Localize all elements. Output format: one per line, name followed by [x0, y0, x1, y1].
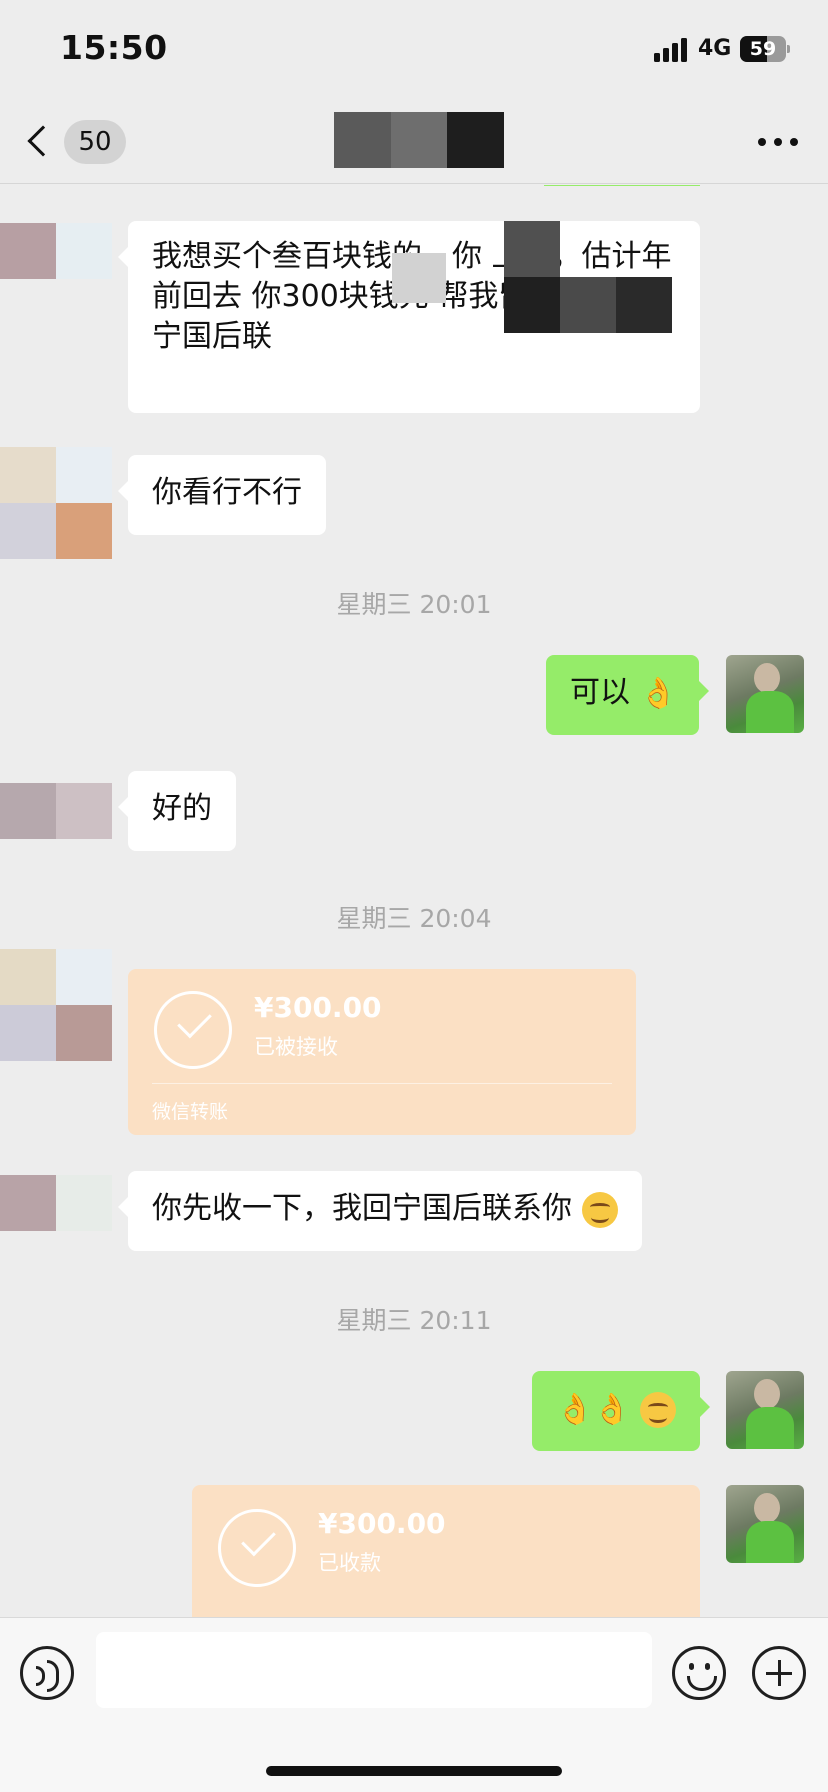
- avatar[interactable]: [0, 1175, 112, 1231]
- partial-bubble: [544, 185, 700, 186]
- transfer-amount: ¥300.00: [254, 991, 382, 1024]
- input-bar: [0, 1617, 828, 1792]
- self-avatar[interactable]: [726, 1485, 804, 1563]
- chevron-left-icon: [27, 125, 59, 157]
- contact-name-redacted[interactable]: [334, 112, 505, 168]
- avatar[interactable]: [0, 447, 112, 559]
- message-text: 可以: [570, 675, 630, 710]
- message-bubble[interactable]: 好的: [118, 771, 236, 851]
- cellular-signal-icon: [654, 38, 690, 62]
- transfer-footer: 微信转账: [152, 1101, 229, 1123]
- transfer-amount: ¥300.00: [318, 1507, 446, 1540]
- redaction-block: [326, 313, 498, 393]
- redaction-block: [504, 277, 560, 333]
- message-bubble[interactable]: 你看行不行: [118, 455, 326, 535]
- transfer-status: 已被接收: [254, 1035, 338, 1059]
- avatar[interactable]: [0, 783, 112, 839]
- check-circle-icon: [154, 991, 232, 1069]
- message-text: 好的: [152, 791, 212, 826]
- self-avatar[interactable]: [726, 1371, 804, 1449]
- voice-icon[interactable]: [20, 1646, 74, 1700]
- divider: [152, 1083, 612, 1084]
- redaction-block: [616, 277, 672, 333]
- wink-emoji-icon: [581, 1191, 618, 1228]
- redaction-block: [392, 253, 446, 303]
- message-input[interactable]: [96, 1632, 652, 1708]
- smiley-icon[interactable]: [672, 1646, 726, 1700]
- plus-icon[interactable]: [752, 1646, 806, 1700]
- chat-header: 50: [0, 100, 828, 184]
- transfer-card-self[interactable]: ¥300.00 已收款: [192, 1485, 700, 1617]
- transfer-card[interactable]: ¥300.00 已被接收 微信转账: [128, 969, 636, 1135]
- self-avatar[interactable]: [726, 655, 804, 733]
- battery-level: 59: [749, 38, 777, 60]
- message-text: 你先收一下，我回宁国后联系你: [152, 1191, 572, 1226]
- smile-emoji-icon: [640, 1391, 677, 1428]
- transfer-status: 已收款: [318, 1551, 381, 1575]
- redaction-block: [560, 277, 616, 333]
- ok-hand-emoji-icon: 👌👌: [556, 1391, 631, 1427]
- timestamp: 星期三 20:01: [336, 590, 492, 619]
- message-bubble-self[interactable]: 可以 👌: [546, 655, 709, 735]
- battery-icon: 59: [740, 36, 790, 62]
- ellipsis-icon: [758, 138, 766, 146]
- network-type: 4G: [698, 36, 732, 61]
- ok-hand-emoji-icon: 👌: [639, 675, 677, 711]
- timestamp: 星期三 20:11: [336, 1306, 492, 1335]
- timestamp: 星期三 20:04: [336, 904, 492, 933]
- message-bubble[interactable]: 你先收一下，我回宁国后联系你: [118, 1171, 642, 1251]
- back-button[interactable]: 50: [26, 118, 136, 166]
- more-options-button[interactable]: [758, 138, 798, 148]
- message-list[interactable]: 我想买个叁百块钱的，你 上海，估计年前回去 你300块钱先 帮我留着，我回宁国后…: [0, 185, 828, 1617]
- status-time: 15:50: [60, 28, 168, 67]
- avatar[interactable]: [0, 949, 112, 1061]
- check-circle-icon: [218, 1509, 296, 1587]
- status-bar: 15:50 4G 59: [0, 0, 828, 100]
- message-bubble-self[interactable]: 👌👌: [532, 1371, 711, 1451]
- avatar[interactable]: [0, 223, 112, 279]
- unread-count-badge: 50: [64, 120, 126, 164]
- message-text: 你看行不行: [152, 475, 302, 510]
- home-indicator[interactable]: [266, 1766, 562, 1776]
- redaction-block: [504, 221, 560, 277]
